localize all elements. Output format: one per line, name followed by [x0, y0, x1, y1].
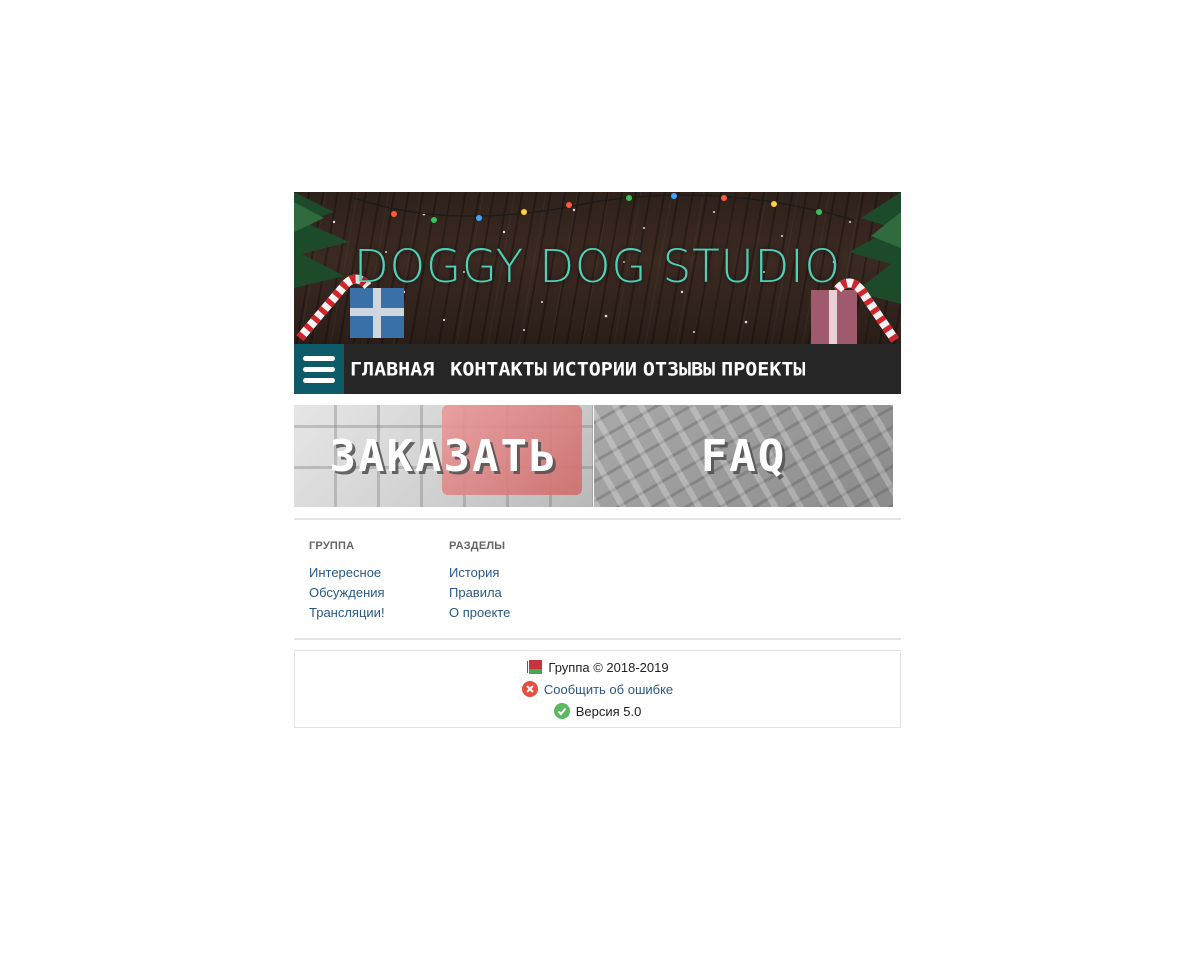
hamburger-icon — [303, 355, 335, 361]
nav-item-stories[interactable]: ИСТОРИИ — [553, 358, 637, 381]
belarus-flag-icon — [526, 659, 543, 675]
nav-item-contacts[interactable]: КОНТАКТЫ — [450, 358, 546, 381]
link-broadcasts[interactable]: Трансляции! — [309, 603, 449, 623]
version-text: Версия 5.0 — [575, 703, 642, 719]
report-error-link[interactable]: Сообщить об ошибке — [544, 682, 673, 697]
footer-links: ГРУППА Интересное Обсуждения Трансляции!… — [294, 520, 901, 638]
error-icon — [521, 681, 538, 697]
link-rules[interactable]: Правила — [449, 583, 589, 603]
promo-tiles: ЗАКАЗАТЬ FAQ — [294, 405, 893, 507]
version-row: Версия 5.0 — [553, 702, 642, 720]
hamburger-icon-bar — [303, 366, 335, 372]
column-title-sections: РАЗДЕЛЫ — [449, 540, 506, 552]
column-title-group: ГРУППА — [309, 540, 355, 552]
page-container: DOGGY DOG STUDIO ГЛАВНАЯ КОНТАКТЫ ИСТОРИ… — [294, 192, 901, 728]
link-about[interactable]: О проекте — [449, 603, 589, 623]
nav-item-reviews[interactable]: ОТЗЫВЫ — [643, 358, 715, 381]
faq-tile-button[interactable]: FAQ — [594, 405, 893, 507]
copyright-row: Группа © 2018-2019 — [526, 658, 669, 676]
hamburger-menu-button[interactable] — [294, 344, 344, 394]
header-banner: DOGGY DOG STUDIO — [294, 192, 901, 344]
report-row: Сообщить об ошибке — [521, 680, 673, 698]
nav-item-projects[interactable]: ПРОЕКТЫ — [721, 358, 805, 381]
main-nav: ГЛАВНАЯ КОНТАКТЫ ИСТОРИИ ОТЗЫВЫ ПРОЕКТЫ — [294, 344, 901, 394]
links-column-group: ГРУППА Интересное Обсуждения Трансляции! — [309, 538, 449, 626]
hamburger-icon-bar — [303, 377, 335, 383]
faq-tile-label: FAQ — [700, 430, 787, 482]
link-history[interactable]: История — [449, 563, 589, 583]
info-box: Группа © 2018-2019 Сообщить об ошибке Ве… — [294, 650, 901, 728]
check-icon — [553, 703, 570, 719]
links-column-sections: РАЗДЕЛЫ История Правила О проекте — [449, 538, 589, 626]
link-discussions[interactable]: Обсуждения — [309, 583, 449, 603]
banner-title: DOGGY DOG STUDIO — [354, 240, 841, 293]
order-tile-button[interactable]: ЗАКАЗАТЬ — [294, 405, 593, 507]
nav-item-home[interactable]: ГЛАВНАЯ — [350, 358, 434, 381]
copyright-text: Группа © 2018-2019 — [548, 659, 669, 675]
order-tile-label: ЗАКАЗАТЬ — [329, 430, 558, 482]
link-interesting[interactable]: Интересное — [309, 563, 449, 583]
divider — [294, 638, 901, 640]
